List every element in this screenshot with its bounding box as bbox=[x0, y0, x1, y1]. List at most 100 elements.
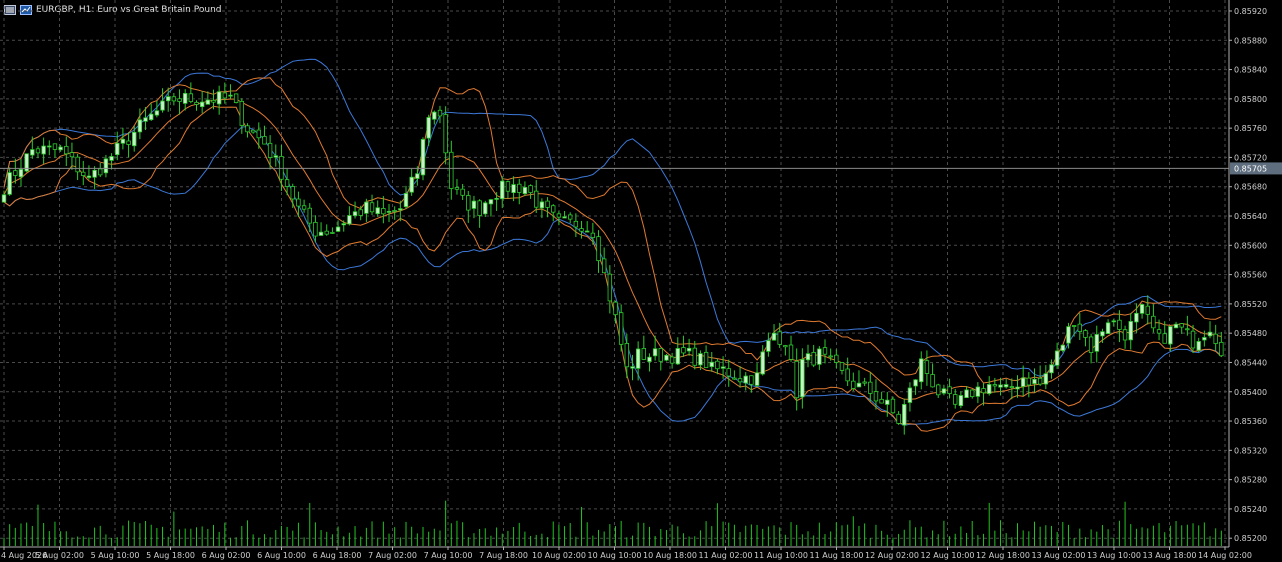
candle-bull bbox=[958, 395, 964, 406]
candle-bull bbox=[335, 226, 341, 232]
candle-bear bbox=[437, 109, 443, 117]
candle-bear bbox=[1190, 330, 1196, 349]
candle-bull bbox=[154, 110, 160, 116]
candle-bear bbox=[783, 345, 788, 348]
candle-bear bbox=[517, 183, 522, 193]
candle-bull bbox=[199, 101, 205, 108]
candle-bull bbox=[709, 361, 714, 368]
candle-bear bbox=[1219, 341, 1224, 357]
candle-bull bbox=[143, 117, 148, 122]
candle-bear bbox=[245, 125, 250, 133]
candle-bear bbox=[834, 354, 839, 363]
bollinger-slow-upper bbox=[3, 58, 1222, 377]
candle-bull bbox=[1100, 331, 1105, 337]
candle-bear bbox=[681, 347, 686, 354]
candle-bull bbox=[998, 384, 1003, 388]
candle-bull bbox=[1202, 337, 1207, 341]
candle-bull bbox=[47, 145, 52, 148]
candle-bull bbox=[720, 366, 726, 369]
candle-bear bbox=[1145, 305, 1150, 315]
candle-bull bbox=[352, 211, 358, 216]
grid bbox=[0, 0, 1229, 547]
candle-bull bbox=[800, 359, 805, 398]
candle-bull bbox=[885, 399, 890, 405]
candle-bear bbox=[177, 98, 182, 102]
candle-bear bbox=[658, 347, 663, 362]
candle-bull bbox=[1066, 326, 1071, 344]
candle-bear bbox=[454, 187, 460, 190]
candle-bear bbox=[726, 368, 731, 377]
candle-bear bbox=[794, 360, 799, 399]
candle-bull bbox=[1, 194, 7, 203]
candle-bear bbox=[573, 220, 579, 228]
candle-bull bbox=[805, 353, 811, 361]
candle-bear bbox=[256, 129, 261, 139]
candle-bear bbox=[851, 380, 856, 389]
candle-bear bbox=[449, 151, 454, 189]
price-chart[interactable]: 0.85920 0.85880 0.85840 0.85800 0.85760 0.857… bbox=[0, 0, 1282, 562]
candle-bull bbox=[1168, 326, 1173, 345]
candle-bear bbox=[777, 331, 782, 345]
candle-bull bbox=[766, 340, 771, 352]
candle-bear bbox=[534, 190, 539, 208]
time-tick-label: 12 Aug 18:00 bbox=[976, 551, 1030, 560]
candle-bull bbox=[386, 211, 392, 213]
time-tick-label: 11 Aug 10:00 bbox=[754, 551, 808, 560]
candle-bull bbox=[109, 156, 114, 161]
candle-bear bbox=[737, 378, 743, 383]
candle-bear bbox=[13, 170, 18, 176]
time-tick-label: 7 Aug 10:00 bbox=[424, 551, 473, 560]
candle-bear bbox=[460, 188, 465, 196]
candle-bull bbox=[1134, 312, 1139, 323]
current-price-label: 0.85705 bbox=[1234, 164, 1267, 173]
candle-bull bbox=[398, 208, 403, 211]
candle-bull bbox=[647, 356, 652, 362]
candlesticks bbox=[1, 82, 1224, 435]
candle-bull bbox=[1139, 304, 1145, 314]
candle-bear bbox=[194, 101, 199, 105]
candle-bear bbox=[749, 375, 754, 385]
candle-bull bbox=[1094, 334, 1099, 352]
candle-bear bbox=[879, 398, 884, 404]
candle-bull bbox=[760, 351, 765, 375]
candle-bull bbox=[986, 384, 992, 394]
candle-bull bbox=[205, 99, 211, 105]
time-tick-label: 10 Aug 18:00 bbox=[643, 551, 697, 560]
candle-bear bbox=[596, 236, 601, 262]
price-tick-label: 0.85520 bbox=[1234, 300, 1267, 309]
candle-bear bbox=[822, 347, 828, 355]
time-tick-label: 7 Aug 02:00 bbox=[368, 551, 417, 560]
candle-bull bbox=[120, 138, 126, 144]
candle-bull bbox=[273, 155, 278, 158]
candle-bear bbox=[267, 142, 273, 158]
candle-bull bbox=[975, 386, 981, 397]
candle-bull bbox=[415, 173, 420, 179]
candle-bull bbox=[675, 348, 680, 365]
time-tick-label: 6 Aug 10:00 bbox=[257, 551, 306, 560]
time-tick-label: 12 Aug 02:00 bbox=[865, 551, 919, 560]
candle-bull bbox=[941, 388, 947, 394]
price-tick-label: 0.85400 bbox=[1234, 388, 1267, 397]
candle-bull bbox=[488, 199, 494, 205]
candle-bull bbox=[432, 111, 437, 120]
candle-bull bbox=[86, 175, 92, 178]
candle-bear bbox=[528, 185, 533, 193]
candle-bear bbox=[896, 413, 901, 424]
time-tick-label: 11 Aug 18:00 bbox=[810, 551, 864, 560]
candle-bear bbox=[1009, 386, 1015, 388]
candle-bull bbox=[426, 117, 431, 139]
candle-bear bbox=[358, 209, 363, 216]
candle-bull bbox=[539, 201, 545, 209]
candle-bear bbox=[290, 186, 295, 200]
candle-bull bbox=[1043, 373, 1049, 385]
axes: 0.85920 0.85880 0.85840 0.85800 0.85760 0.857… bbox=[0, 0, 1282, 560]
candle-bear bbox=[936, 384, 941, 396]
candle-bear bbox=[381, 208, 386, 215]
candle-bear bbox=[970, 389, 975, 398]
price-tick-label: 0.85920 bbox=[1234, 7, 1267, 16]
price-tick-label: 0.85320 bbox=[1234, 446, 1267, 455]
candle-bull bbox=[364, 201, 369, 214]
candle-bear bbox=[330, 232, 335, 234]
candle-bear bbox=[250, 129, 256, 133]
candle-bull bbox=[907, 387, 913, 403]
